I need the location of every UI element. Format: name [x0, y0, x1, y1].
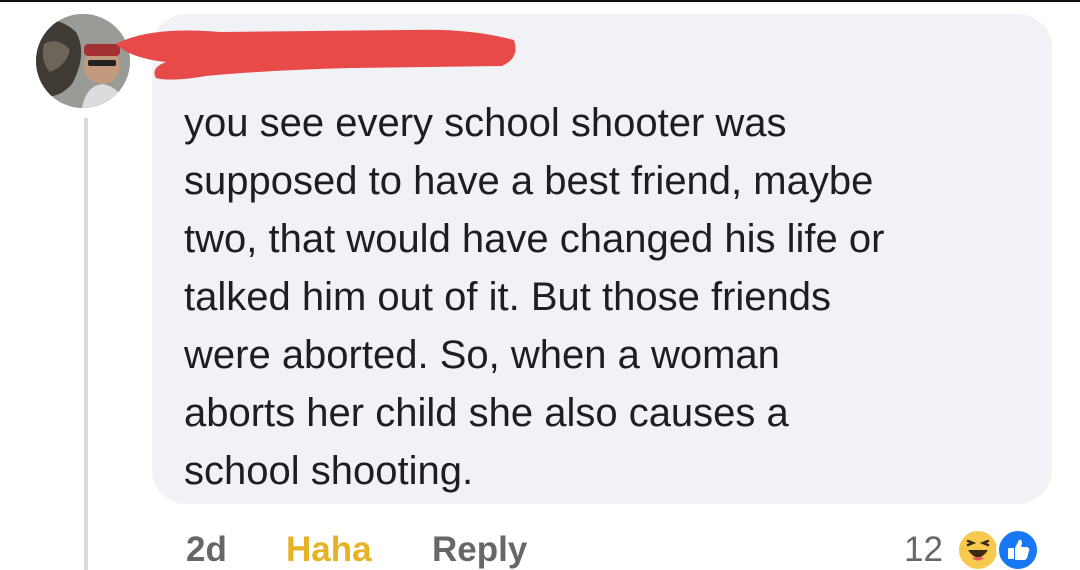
comment-actions: 2d Haha Reply 12 — [0, 522, 1080, 570]
reaction-count[interactable]: 12 — [904, 530, 943, 570]
timestamp-link[interactable]: 2d — [186, 530, 227, 570]
haha-reaction-button[interactable]: Haha — [286, 530, 372, 570]
comment-card: you see every school shooter was suppose… — [0, 0, 1080, 570]
like-icon — [996, 528, 1040, 570]
redacted-name-scribble-icon — [116, 29, 516, 80]
reply-button[interactable]: Reply — [432, 530, 527, 570]
comment-text: you see every school shooter was suppose… — [184, 101, 885, 493]
top-divider — [0, 0, 1080, 2]
thread-line — [84, 118, 88, 570]
haha-icon — [956, 528, 1000, 570]
